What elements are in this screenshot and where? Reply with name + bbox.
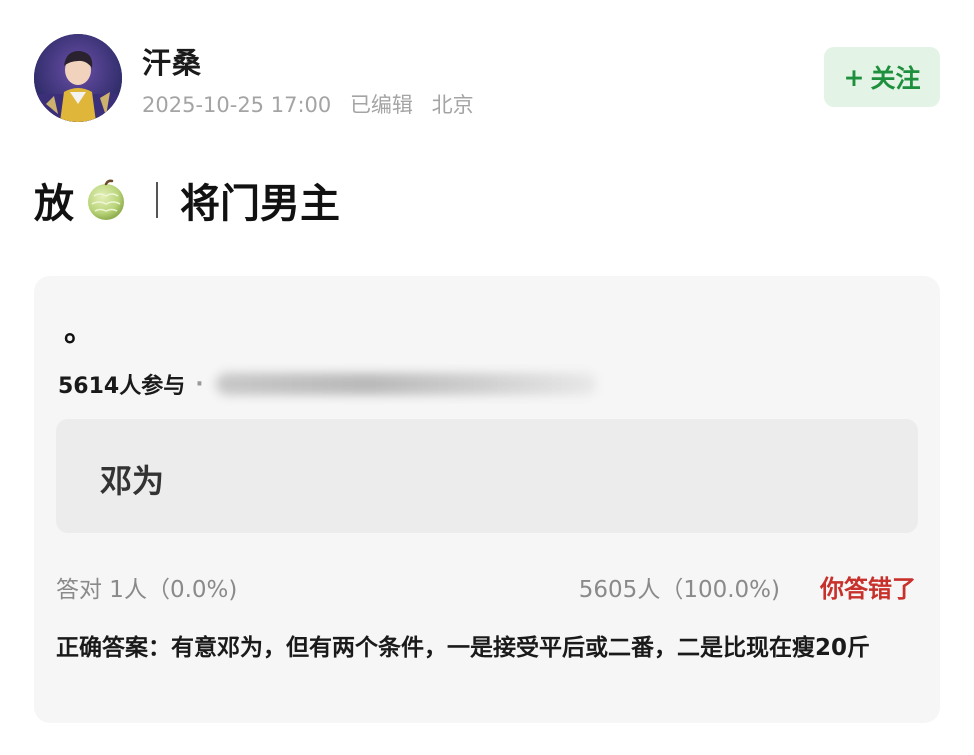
location-label: 北京	[431, 93, 474, 117]
post-title: 放 将门男主	[34, 172, 340, 228]
avatar[interactable]	[34, 34, 122, 122]
melon-icon	[82, 176, 130, 224]
result-badge: 你答错了	[820, 575, 916, 603]
participants-count: 5614人参与	[58, 374, 186, 399]
blurred-text	[215, 373, 596, 395]
follow-button[interactable]: + 关注	[824, 47, 940, 107]
plus-icon: +	[843, 62, 865, 92]
quiz-question: 。	[64, 314, 94, 349]
participants-separator: ·	[195, 371, 204, 397]
follow-label: 关注	[870, 64, 921, 93]
correct-stats: 答对 1人（0.0%)	[56, 577, 238, 603]
title-prefix: 放	[34, 181, 74, 227]
title-suffix: 将门男主	[180, 181, 340, 227]
edited-label: 已编辑	[349, 93, 413, 117]
post-meta: 2025-10-25 17:00 已编辑 北京	[142, 89, 486, 119]
post-timestamp: 2025-10-25 17:00	[142, 93, 332, 117]
quiz-option[interactable]: 邓为	[56, 419, 918, 533]
participants-row: 5614人参与 ·	[58, 368, 596, 400]
quiz-card: 。 5614人参与 · 邓为 答对 1人（0.0%) 5605人（100.0%)…	[34, 276, 940, 723]
title-divider	[156, 182, 158, 218]
wrong-stats: 5605人（100.0%)	[578, 577, 780, 603]
quiz-option-label: 邓为	[100, 462, 165, 500]
username[interactable]: 汗桑	[142, 40, 202, 82]
correct-answer: 正确答案：有意邓为，但有两个条件，一是接受平后或二番，二是比现在瘦20斤	[56, 635, 871, 661]
